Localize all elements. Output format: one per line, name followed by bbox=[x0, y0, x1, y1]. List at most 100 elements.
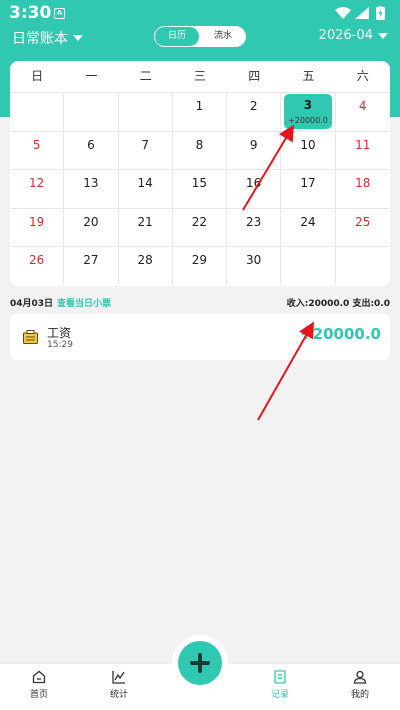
calendar-day[interactable]: 8 bbox=[173, 131, 228, 169]
calendar-day-number: 13 bbox=[83, 176, 99, 190]
calendar-week-row: 26 27 28 29 30 bbox=[10, 246, 390, 285]
month-label: 2026-04 bbox=[318, 28, 373, 43]
weekday-label: 日 bbox=[31, 69, 44, 83]
tab-stats-label: 统计 bbox=[109, 690, 128, 700]
calendar-day-number: 22 bbox=[191, 214, 208, 229]
tab-home[interactable]: 首页 bbox=[9, 670, 69, 700]
add-record-button[interactable] bbox=[178, 641, 222, 685]
summary-date: 04月03日 bbox=[10, 299, 54, 309]
calendar-day[interactable]: 23 bbox=[227, 208, 282, 246]
calendar-week-row: 12 13 14 15 16 17 18 bbox=[10, 169, 390, 208]
weekday-label: 四 bbox=[248, 69, 261, 83]
calendar-day-number: 3 bbox=[303, 98, 313, 112]
calendar-day[interactable]: 16 bbox=[227, 170, 282, 208]
tab-stats[interactable]: 统计 bbox=[89, 670, 149, 700]
calendar-day-number: 9 bbox=[249, 137, 258, 152]
weekday-label: 三 bbox=[193, 69, 206, 83]
calendar-day[interactable]: 13 bbox=[64, 170, 119, 208]
calendar-day-number: 27 bbox=[83, 253, 99, 267]
tab-records[interactable]: 记录 bbox=[250, 670, 310, 700]
calendar-empty-cell bbox=[336, 247, 390, 285]
account-book-selector[interactable]: 日常账本 bbox=[12, 28, 83, 48]
calendar-day[interactable]: 28 bbox=[119, 247, 173, 285]
calendar-day[interactable]: 12 bbox=[10, 170, 65, 208]
calendar-day-amount: +20000.0 bbox=[288, 116, 328, 125]
calendar-day[interactable]: 2 bbox=[227, 93, 282, 131]
calendar-day[interactable]: 9 bbox=[227, 131, 282, 169]
calendar-day[interactable]: 25 bbox=[336, 209, 390, 247]
calendar-day[interactable]: 21 bbox=[119, 208, 173, 246]
month-selector[interactable]: 2026-04 bbox=[319, 28, 388, 43]
calendar-day[interactable]: 3 +20000.0 bbox=[281, 93, 336, 131]
calendar-day-number: 8 bbox=[195, 137, 204, 152]
calendar-day[interactable]: 19 bbox=[10, 208, 65, 246]
calendar-day-number: 16 bbox=[246, 176, 262, 190]
calendar-day[interactable]: 26 bbox=[10, 247, 65, 285]
calendar-day-number: 12 bbox=[28, 176, 45, 190]
system-status-icons bbox=[335, 6, 385, 20]
notebook-icon bbox=[274, 670, 286, 684]
calendar-grid: 1 2 3 +20000.0 4 5 6 7 8 9 10 11 12 13 14 15 16 17 18 19 20 2… bbox=[10, 92, 390, 285]
calendar-day[interactable]: 27 bbox=[64, 247, 119, 285]
calendar-day[interactable]: 22 bbox=[173, 208, 228, 246]
weekday-label: 二 bbox=[139, 69, 152, 83]
calendar-day[interactable]: 24 bbox=[281, 208, 336, 246]
calendar-day-number: 24 bbox=[300, 214, 316, 229]
toggle-calendar[interactable]: 日历 bbox=[155, 27, 199, 46]
list-item[interactable]: 工资 15:29 +20000.0 bbox=[10, 314, 390, 360]
weekday-label: 一 bbox=[85, 69, 98, 83]
calendar-card: 日 一 二 三 四 五 六 1 2 3 +20000.0 4 5 6 7 8 9 10 11 12 13 1… bbox=[10, 61, 390, 286]
chart-icon bbox=[112, 671, 125, 684]
calendar-day-number: 20 bbox=[83, 214, 99, 229]
calendar-day-number: 10 bbox=[300, 137, 316, 152]
calendar-week-row: 19 20 21 22 23 24 25 bbox=[10, 207, 390, 247]
app-header: 日常账本 日历 流水 2026-04 bbox=[0, 26, 400, 60]
day-summary: 04月03日 查看当日小票 收入:20000.0 支出:0.0 bbox=[10, 296, 390, 310]
calendar-day-number: 14 bbox=[137, 176, 153, 190]
user-icon bbox=[353, 670, 367, 684]
tab-mine-label: 我的 bbox=[350, 690, 369, 700]
calendar-day[interactable]: 20 bbox=[64, 208, 119, 246]
calendar-day[interactable]: 6 bbox=[64, 131, 119, 169]
record-time: 15:29 bbox=[47, 340, 73, 350]
view-toggle: 日历 流水 bbox=[154, 26, 246, 47]
calendar-day-number: 18 bbox=[355, 176, 371, 190]
calendar-day-number: 5 bbox=[32, 137, 41, 152]
view-receipt-link[interactable]: 查看当日小票 bbox=[57, 296, 111, 309]
calendar-day-number: 23 bbox=[246, 214, 262, 229]
calendar-day[interactable]: 11 bbox=[336, 132, 390, 170]
calendar-day-number: 11 bbox=[355, 137, 371, 152]
calendar-day-number: 26 bbox=[28, 253, 45, 267]
app-notification-icon: A bbox=[54, 8, 65, 19]
calendar-day-number: 6 bbox=[87, 137, 95, 152]
calendar-day[interactable]: 30 bbox=[227, 247, 282, 285]
tab-records-label: 记录 bbox=[270, 690, 289, 700]
calendar-day-number: 29 bbox=[191, 253, 208, 267]
account-book-name: 日常账本 bbox=[12, 31, 68, 47]
calendar-day[interactable]: 4 bbox=[336, 93, 390, 131]
calendar-day-number: 25 bbox=[355, 214, 371, 229]
calendar-empty-cell bbox=[10, 93, 65, 131]
calendar-day[interactable]: 1 bbox=[173, 93, 228, 131]
calendar-empty-cell bbox=[281, 247, 336, 285]
toggle-flow[interactable]: 流水 bbox=[201, 27, 245, 46]
selected-day-highlight: 3 +20000.0 bbox=[284, 94, 332, 129]
calendar-day[interactable]: 7 bbox=[119, 131, 173, 169]
calendar-day[interactable]: 10 bbox=[281, 131, 336, 169]
calendar-day[interactable]: 18 bbox=[336, 170, 390, 208]
calendar-empty-cell bbox=[64, 93, 119, 131]
record-amount: +20000.0 bbox=[300, 325, 381, 343]
calendar-day[interactable]: 5 bbox=[10, 131, 65, 169]
calendar-week-row: 1 2 3 +20000.0 4 bbox=[10, 92, 390, 131]
weekday-label: 五 bbox=[302, 69, 315, 83]
calendar-week-row: 5 6 7 8 9 10 11 bbox=[10, 130, 390, 170]
calendar-day[interactable]: 15 bbox=[173, 170, 228, 208]
calendar-day[interactable]: 14 bbox=[119, 170, 173, 208]
tab-mine[interactable]: 我的 bbox=[330, 670, 390, 700]
calendar-day[interactable]: 17 bbox=[281, 170, 336, 208]
calendar-day-number: 7 bbox=[141, 137, 149, 152]
calendar-day-number: 19 bbox=[28, 214, 45, 229]
calendar-day[interactable]: 29 bbox=[173, 247, 228, 285]
weekday-header: 日 一 二 三 四 五 六 bbox=[10, 61, 390, 92]
calendar-day-number: 4 bbox=[358, 99, 367, 113]
